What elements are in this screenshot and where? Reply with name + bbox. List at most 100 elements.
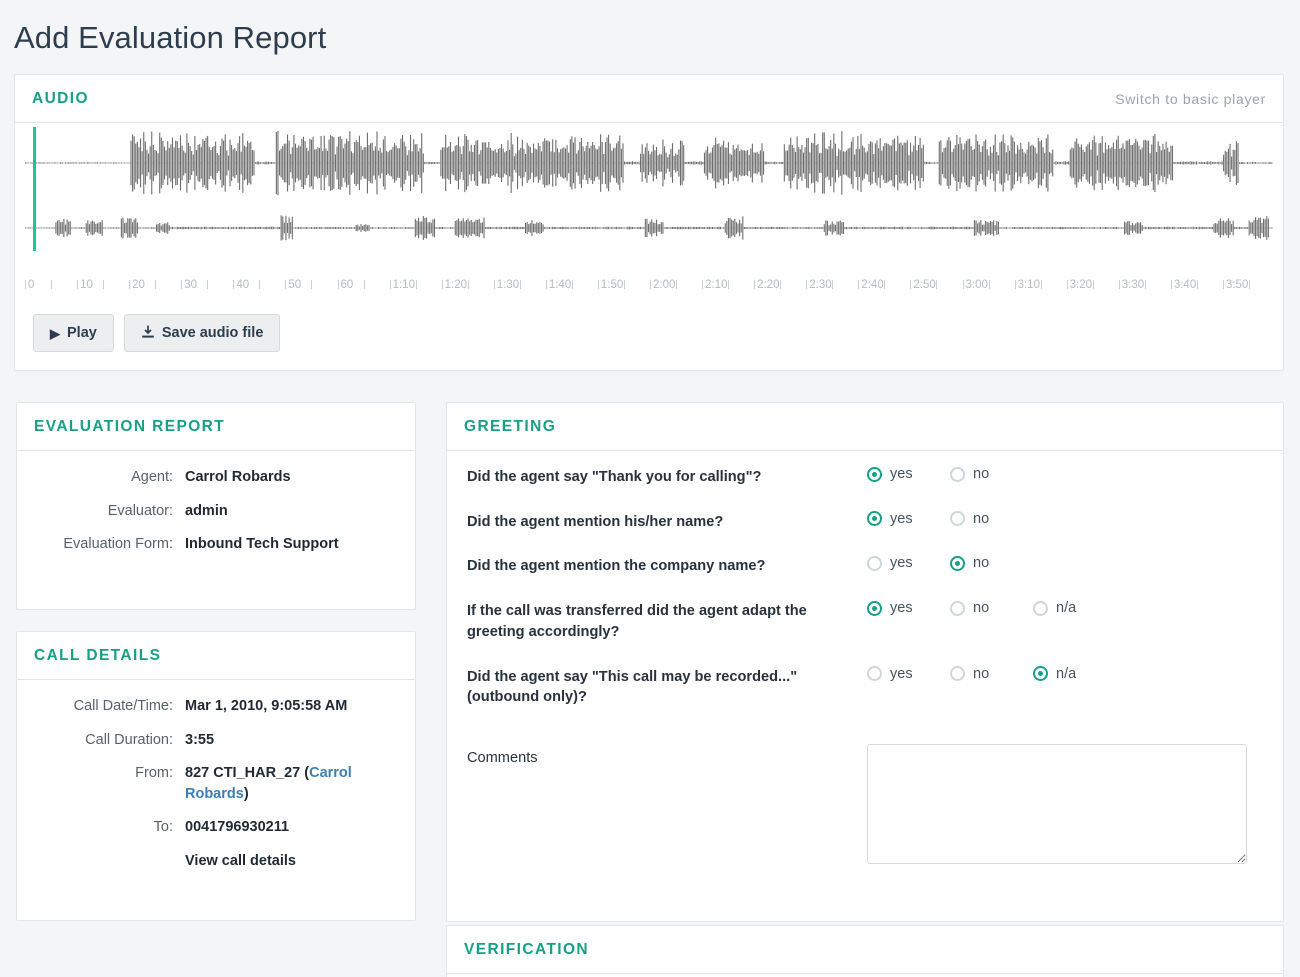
timeline-tick-label: 2:50 (913, 279, 936, 291)
radio-selected-icon[interactable] (867, 511, 882, 527)
switch-to-basic-player-link[interactable]: Switch to basic player (1115, 91, 1266, 107)
radio-option-3-no[interactable]: no (950, 600, 1033, 616)
call-datetime-value: Mar 1, 2010, 9:05:58 AM (185, 698, 348, 714)
evaluator-value-link[interactable]: admin (185, 501, 397, 522)
waveform-channel-2 (25, 199, 1273, 257)
radio-option-0-no[interactable]: no (950, 466, 1033, 482)
radio-option-label: n/a (1056, 665, 1077, 682)
radio-unselected-icon[interactable] (950, 511, 965, 527)
radio-option-1-yes[interactable]: yes (867, 511, 950, 527)
timeline-tick-label: 2:30 (809, 279, 832, 291)
timeline-tick-23: 3:50 (1222, 275, 1248, 295)
radio-option-label: yes (890, 466, 913, 482)
radio-option-4-yes[interactable]: yes (867, 666, 950, 682)
radio-option-1-no[interactable]: no (950, 511, 1033, 527)
tick-mark-icon (988, 280, 990, 289)
audio-timeline-ruler[interactable]: 0 10 20 30 40 50 60 1:10 1:20 1:30 1:40 1:50 2:00 2:1… (25, 275, 1273, 297)
radio-selected-icon[interactable] (867, 600, 882, 616)
waveform-area[interactable] (25, 123, 1273, 273)
radio-unselected-icon[interactable] (1033, 600, 1048, 616)
timeline-tick-7: 1:10 (389, 275, 415, 295)
call-details-panel: CALL DETAILS Call Date/Time: Mar 1, 2010… (16, 631, 416, 921)
tick-mark-icon (415, 280, 417, 289)
radio-option-4-no[interactable]: no (950, 666, 1033, 682)
timeline-tick-label: 60 (340, 279, 354, 291)
agent-label: Agent: (131, 469, 173, 485)
playhead-cursor[interactable] (33, 127, 36, 251)
comments-textarea[interactable] (867, 744, 1247, 865)
tick-mark-icon (519, 280, 521, 289)
question-options-4: yes no n/a (867, 665, 1116, 682)
timeline-minor-tick-20 (1092, 275, 1094, 295)
timeline-minor-tick-22 (1196, 275, 1198, 295)
verification-header: VERIFICATION (447, 926, 1283, 974)
radio-option-label: no (973, 600, 990, 617)
timeline-tick-label: 0 (28, 279, 35, 291)
tick-mark-icon (650, 280, 651, 289)
timeline-tick-17: 2:50 (910, 275, 936, 295)
timeline-tick-label: 1:50 (600, 279, 624, 291)
timeline-minor-tick-12 (676, 275, 678, 295)
radio-selected-icon[interactable] (867, 466, 882, 482)
tick-mark-icon (311, 280, 313, 289)
call-row-duration: Call Duration: 3:55 (17, 730, 397, 751)
question-row-0: Did the agent say "Thank you for calling… (467, 465, 1263, 488)
audio-section-title: AUDIO (32, 89, 89, 107)
radio-option-3-n-a[interactable]: n/a (1033, 600, 1116, 616)
tick-mark-icon (363, 280, 365, 289)
tick-mark-icon (1248, 280, 1250, 289)
timeline-tick-label: 30 (184, 279, 198, 291)
radio-option-3-yes[interactable]: yes (867, 600, 950, 616)
timeline-tick-5: 50 (285, 275, 301, 295)
call-details-body: Call Date/Time: Mar 1, 2010, 9:05:58 AM … (17, 680, 415, 894)
view-call-details-spacer (17, 851, 185, 872)
timeline-tick-10: 1:40 (545, 275, 572, 295)
question-options-2: yes no (867, 554, 1033, 571)
tick-mark-icon (571, 280, 573, 289)
view-call-details-link[interactable]: View call details (185, 851, 397, 872)
radio-unselected-icon[interactable] (950, 600, 965, 616)
radio-unselected-icon[interactable] (867, 555, 882, 571)
tick-mark-icon (754, 280, 756, 289)
timeline-minor-tick-21 (1144, 275, 1146, 295)
save-audio-file-button[interactable]: Save audio file (123, 314, 281, 352)
timeline-tick-13: 2:10 (702, 275, 727, 295)
timeline-tick-14: 2:20 (754, 275, 780, 295)
evaluation-report-body: Agent: Carrol Robards Evaluator: admin E… (17, 451, 415, 578)
timeline-tick-1: 10 (77, 275, 93, 295)
radio-option-2-yes[interactable]: yes (867, 555, 950, 571)
tick-mark-icon (285, 280, 287, 289)
timeline-minor-tick-13 (728, 275, 730, 295)
radio-option-0-yes[interactable]: yes (867, 466, 950, 482)
radio-unselected-icon[interactable] (867, 666, 882, 682)
radio-selected-icon[interactable] (1033, 666, 1048, 682)
radio-option-2-no[interactable]: no (950, 555, 1033, 571)
timeline-tick-label: 3:10 (1017, 279, 1040, 291)
timeline-tick-12: 2:00 (650, 275, 675, 295)
radio-option-label: yes (890, 600, 913, 617)
timeline-tick-4: 40 (233, 275, 249, 295)
tick-mark-icon (389, 280, 391, 289)
tick-mark-icon (181, 280, 183, 289)
timeline-tick-label: 3:40 (1173, 279, 1197, 291)
timeline-tick-label: 3:00 (965, 279, 988, 291)
call-row-view-details: View call details (17, 851, 397, 872)
radio-selected-icon[interactable] (950, 555, 965, 571)
timeline-tick-label: 1:40 (548, 279, 572, 291)
radio-option-4-n-a[interactable]: n/a (1033, 666, 1116, 682)
audio-controls: ▶ Play Save audio file (15, 297, 1283, 352)
evaluation-form-value: Inbound Tech Support (185, 536, 339, 553)
agent-value-link[interactable]: Carrol Robards (185, 467, 397, 488)
radio-option-label: no (973, 466, 990, 482)
timeline-tick-3: 30 (181, 275, 197, 295)
radio-unselected-icon[interactable] (950, 466, 965, 482)
evaluation-report-title: EVALUATION REPORT (34, 417, 226, 435)
timeline-minor-tick-3 (207, 275, 209, 295)
play-button[interactable]: ▶ Play (33, 314, 114, 352)
tick-mark-icon (936, 280, 938, 289)
evaluation-report-panel: EVALUATION REPORT Agent: Carrol Robards … (16, 402, 416, 610)
timeline-tick-label: 2:40 (861, 279, 884, 291)
tick-mark-icon (858, 280, 860, 289)
radio-unselected-icon[interactable] (950, 666, 965, 682)
call-details-title: CALL DETAILS (34, 646, 162, 664)
